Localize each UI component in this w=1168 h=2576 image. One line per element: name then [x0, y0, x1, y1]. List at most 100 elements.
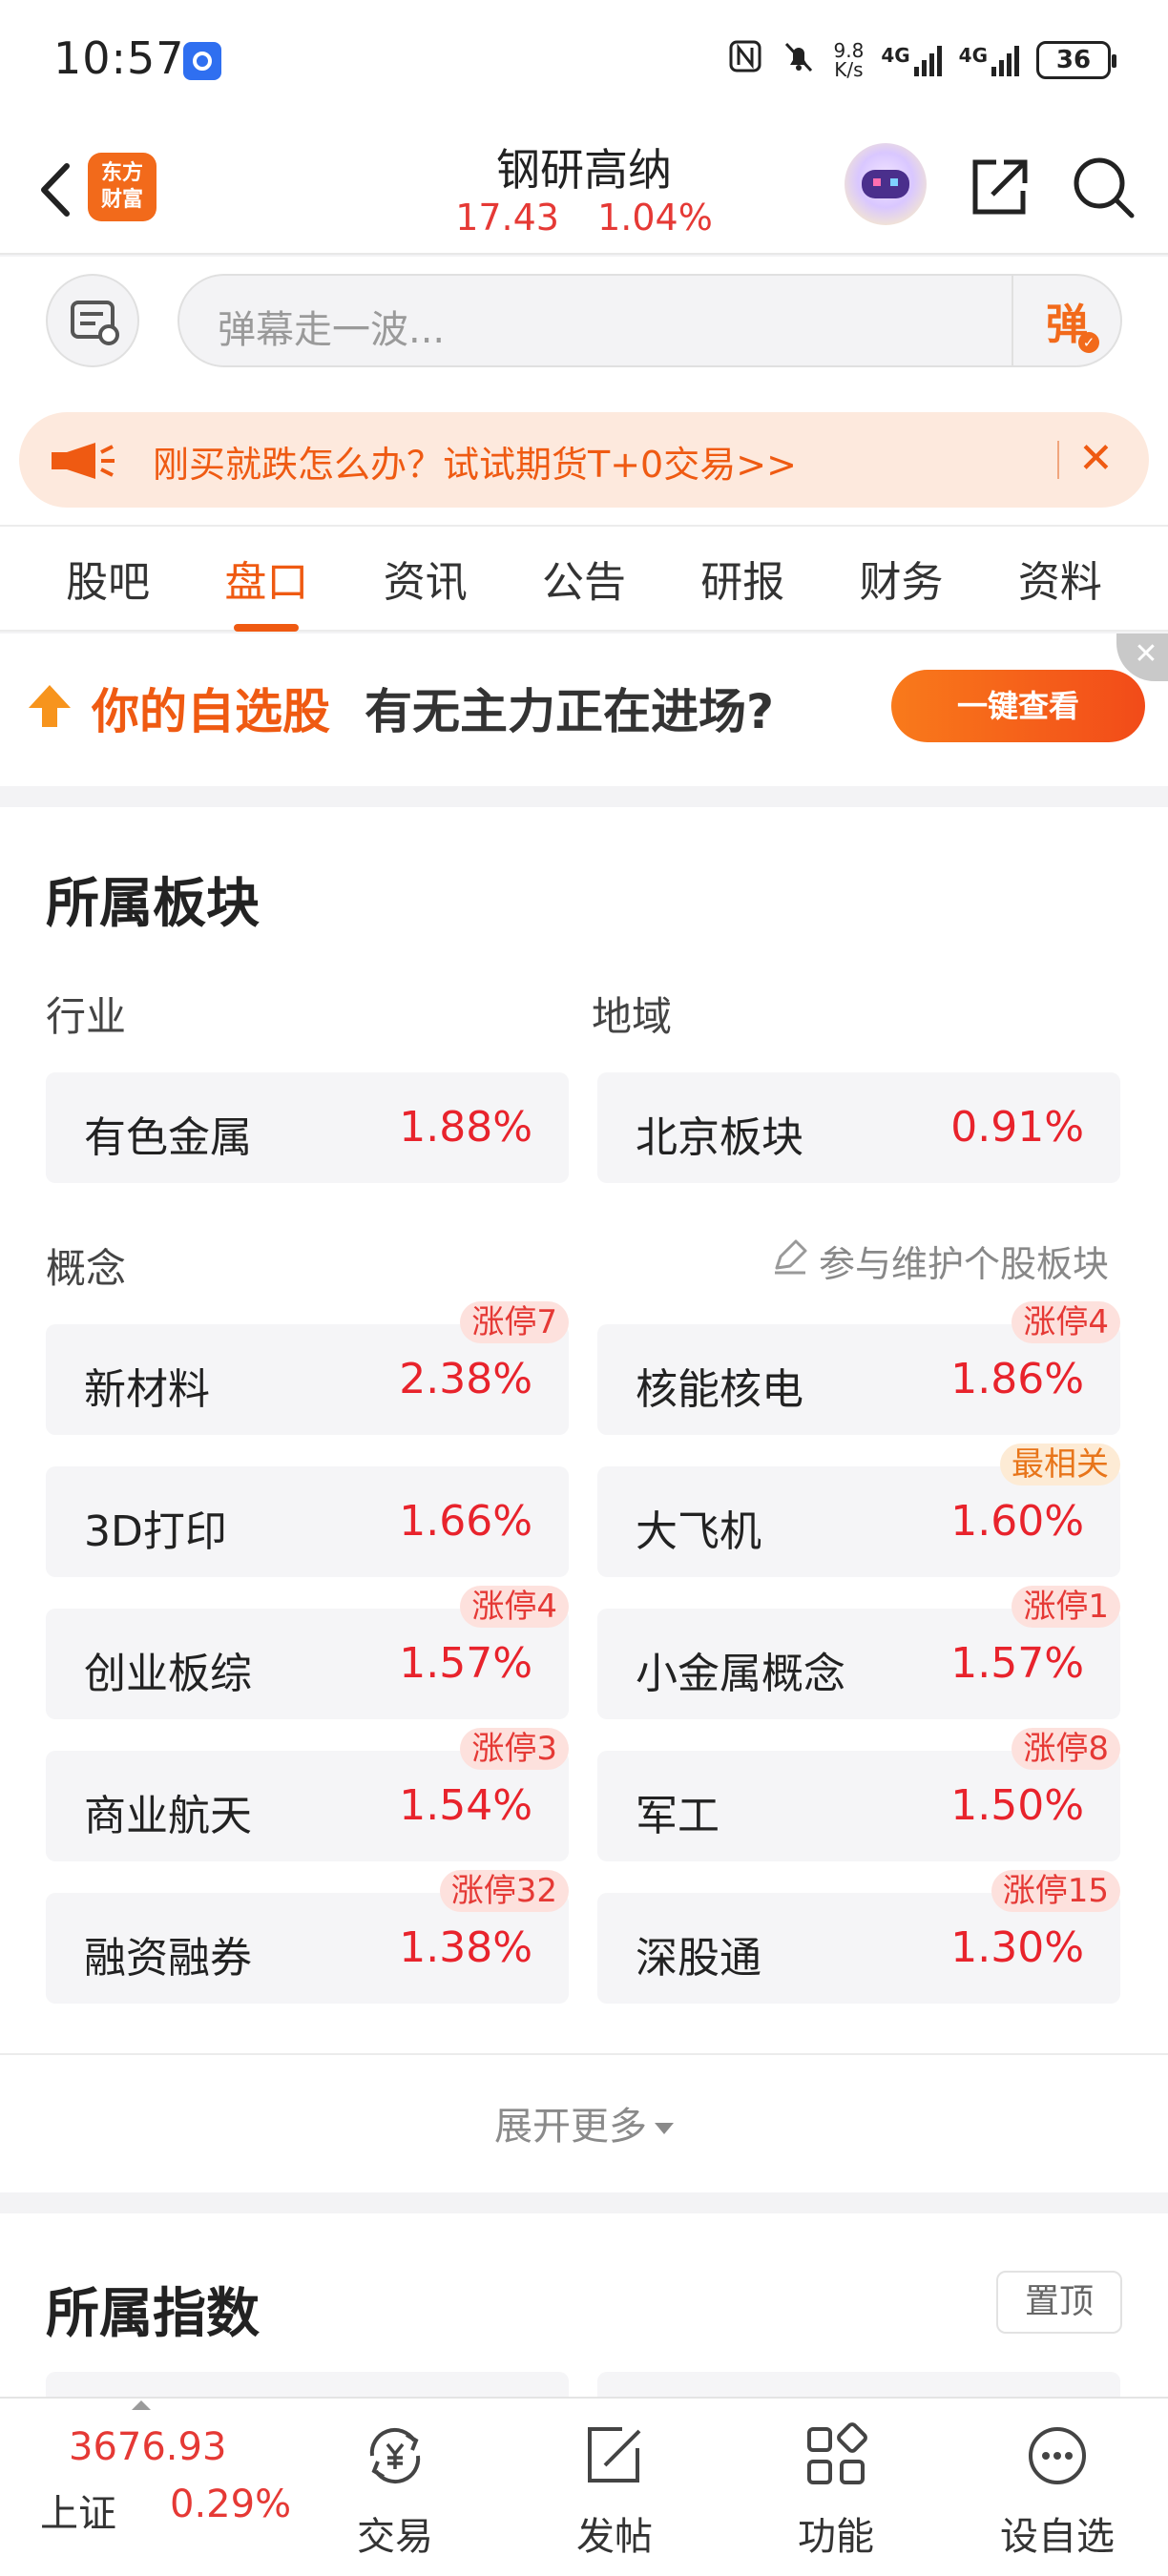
add-watchlist-icon: [1019, 2418, 1095, 2494]
nav-trade[interactable]: 交易: [309, 2399, 481, 2576]
limit-up-badge: 涨停4: [460, 1586, 569, 1628]
tab-finance[interactable]: 财务: [852, 548, 951, 609]
stock-header: 东方 财富 钢研高纳 17.43 1.04%: [0, 124, 1168, 255]
stock-change-pct: 1.04%: [597, 197, 713, 239]
nav-label: 发帖: [576, 2515, 653, 2559]
edit-icon: [771, 1237, 809, 1284]
sector-pct: 0.91%: [950, 1103, 1084, 1152]
concept-name: 深股通: [636, 1934, 761, 1983]
danmu-settings-icon[interactable]: [46, 274, 139, 367]
concept-cell[interactable]: 涨停7 新材料 2.38%: [46, 1301, 569, 1435]
ad-check-button[interactable]: 一键查看: [891, 670, 1145, 742]
maintain-sectors-link[interactable]: 参与维护个股板块: [771, 1235, 1109, 1287]
bottom-toolbar: 3676.93 上证 0.29% 交易 发帖 功能 设自选: [0, 2397, 1168, 2576]
ai-assistant-robot-icon[interactable]: [845, 143, 927, 225]
limit-up-badge: 涨停15: [991, 1870, 1120, 1912]
concept-cell[interactable]: 最相关 大飞机 1.60%: [597, 1444, 1120, 1577]
ad-subtitle: 有无主力正在进场?: [365, 684, 775, 739]
nav-add-watchlist[interactable]: 设自选: [971, 2399, 1143, 2576]
concept-name: 核能核电: [636, 1365, 803, 1414]
tab-announcements[interactable]: 公告: [534, 548, 634, 609]
sector-card: 所属板块 行业 地域 有色金属 1.88% 北京板块 0.91% 概念 参与维护…: [0, 807, 1168, 2192]
signal-4g-1-icon: 4G: [881, 44, 942, 76]
concept-cell[interactable]: 涨停4 创业板综 1.57%: [46, 1586, 569, 1719]
function-grid-icon: [798, 2418, 874, 2494]
concept-pct: 2.38%: [399, 1355, 532, 1403]
danmu-send-button[interactable]: 弹: [1012, 276, 1120, 365]
up-arrow-icon: [25, 681, 74, 735]
tab-guba[interactable]: 股吧: [58, 548, 157, 609]
sector-title: 所属板块: [46, 873, 260, 935]
concept-cell[interactable]: 涨停15 深股通 1.30%: [597, 1870, 1120, 2004]
tab-profile[interactable]: 资料: [1011, 548, 1110, 609]
tab-news[interactable]: 资讯: [376, 548, 475, 609]
network-speed: 9.8 K/s: [833, 39, 865, 81]
tab-pankou[interactable]: 盘口: [217, 548, 316, 632]
mute-bell-icon: [781, 38, 817, 82]
battery-icon: 36: [1036, 41, 1116, 79]
share-icon[interactable]: [964, 153, 1032, 221]
nav-functions[interactable]: 功能: [750, 2399, 922, 2576]
concept-cell[interactable]: 涨停4 核能核电 1.86%: [597, 1301, 1120, 1435]
index-card: 所属指数 置顶: [0, 2213, 1168, 2410]
concept-pct: 1.60%: [950, 1497, 1084, 1546]
market-index-widget[interactable]: 3676.93 上证 0.29%: [0, 2399, 315, 2576]
post-edit-icon: [576, 2418, 653, 2494]
futures-promo-banner[interactable]: 刚买就跌怎么办？试试期货T+0交易>> ✕: [19, 412, 1149, 508]
nav-label: 交易: [357, 2515, 433, 2559]
index-pct: 0.29%: [170, 2483, 292, 2526]
limit-up-badge: 涨停7: [460, 1301, 569, 1343]
promo-banner-wrap: 刚买就跌怎么办？试试期货T+0交易>> ✕: [0, 393, 1168, 525]
danmu-input[interactable]: 弹幕走一波... 弹: [177, 274, 1122, 367]
watchlist-ad-banner[interactable]: 你的自选股 有无主力正在进场? 一键查看 ✕: [0, 634, 1168, 786]
trade-yen-icon: [357, 2418, 433, 2494]
sector-cell-region[interactable]: 北京板块 0.91%: [597, 1072, 1120, 1183]
concept-cell[interactable]: 涨停8 军工 1.50%: [597, 1728, 1120, 1861]
sector-pct: 1.88%: [399, 1103, 532, 1152]
close-icon[interactable]: ✕: [1078, 435, 1114, 483]
index-name: 上证: [40, 2492, 116, 2536]
promo-text: 刚买就跌怎么办？试试期货T+0交易>>: [153, 444, 797, 486]
concept-pct: 1.30%: [950, 1923, 1084, 1972]
concept-name: 商业航天: [84, 1792, 252, 1840]
concept-name: 创业板综: [84, 1650, 252, 1698]
divider: [0, 2053, 1168, 2055]
danmu-bar: 弹幕走一波... 弹: [0, 257, 1168, 393]
concept-pct: 1.66%: [399, 1497, 532, 1546]
expand-more-button[interactable]: 展开更多: [0, 2095, 1168, 2150]
concept-name: 融资融券: [84, 1934, 252, 1983]
sector-name: 北京板块: [636, 1113, 803, 1162]
concept-cell[interactable]: 涨停32 融资融券 1.38%: [46, 1870, 569, 2004]
limit-up-badge: 涨停1: [1012, 1586, 1120, 1628]
concept-pct: 1.57%: [399, 1639, 532, 1688]
limit-up-badge: 涨停8: [1012, 1728, 1120, 1770]
tab-research[interactable]: 研报: [693, 548, 792, 609]
industry-label: 行业: [46, 993, 127, 1040]
concept-cell[interactable]: 涨停1 小金属概念 1.57%: [597, 1586, 1120, 1719]
expand-more-label: 展开更多: [494, 2105, 647, 2149]
nav-label: 功能: [798, 2515, 874, 2559]
region-label: 地域: [592, 993, 673, 1040]
sector-cell-industry[interactable]: 有色金属 1.88%: [46, 1072, 569, 1183]
concept-cell[interactable]: 3D打印 1.66%: [46, 1466, 569, 1577]
concept-name: 军工: [636, 1792, 720, 1840]
stock-price: 17.43: [455, 197, 559, 239]
danmu-placeholder: 弹幕走一波...: [218, 308, 446, 352]
index-value: 3676.93: [69, 2425, 227, 2469]
nav-post[interactable]: 发帖: [529, 2399, 700, 2576]
status-bar: 10:57 9.8 K/s 4G 4G 36: [0, 0, 1168, 124]
concept-label: 概念: [46, 1245, 127, 1292]
concept-name: 小金属概念: [636, 1650, 845, 1698]
concept-name: 3D打印: [84, 1507, 227, 1556]
megaphone-icon: [50, 441, 118, 485]
promo-divider: [1057, 441, 1059, 479]
concept-name: 大飞机: [636, 1507, 761, 1556]
pin-top-button[interactable]: 置顶: [996, 2271, 1122, 2334]
concept-cell[interactable]: 涨停3 商业航天 1.54%: [46, 1728, 569, 1861]
status-time: 10:57: [53, 32, 185, 84]
caret-up-icon: [132, 2400, 151, 2410]
limit-up-badge: 涨停3: [460, 1728, 569, 1770]
limit-up-badge: 涨停32: [439, 1870, 569, 1912]
search-icon[interactable]: [1069, 153, 1137, 221]
concept-name: 新材料: [84, 1365, 210, 1414]
